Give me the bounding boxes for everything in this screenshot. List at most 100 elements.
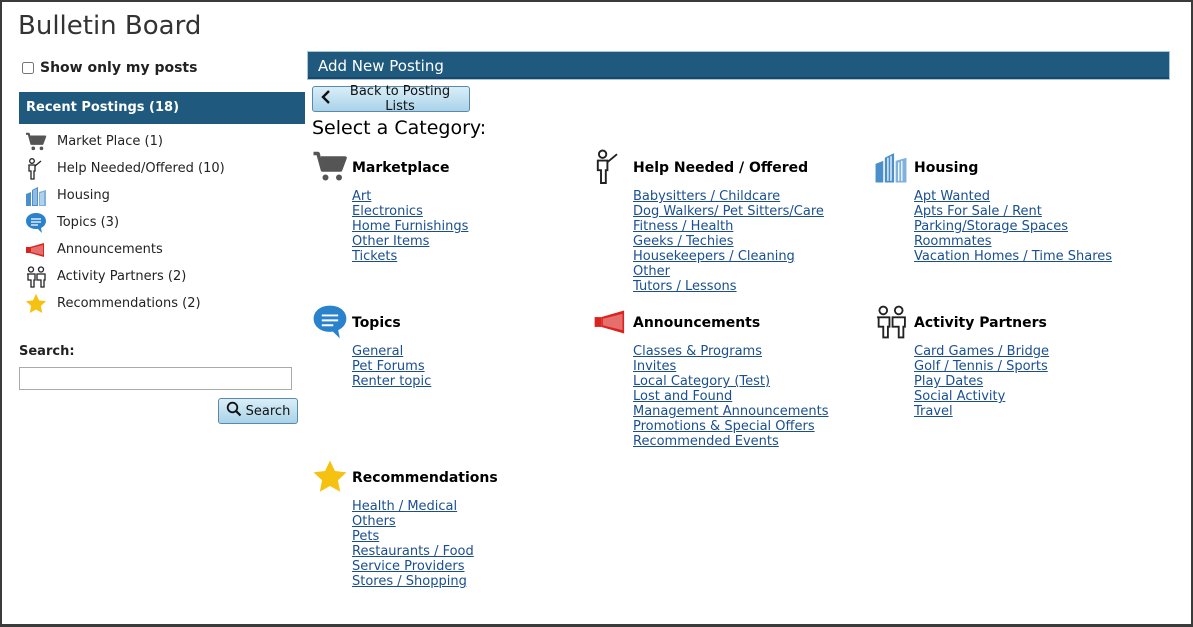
speech-bubble-icon (24, 212, 48, 234)
category-link[interactable]: Social Activity (914, 389, 1144, 404)
recent-item-label: Announcements (57, 242, 163, 257)
megaphone-icon (24, 239, 48, 261)
helper-person-icon (24, 157, 48, 180)
page-title: Bulletin Board (18, 11, 202, 41)
back-to-posting-lists-button[interactable]: Back to Posting Lists (312, 84, 470, 114)
category-link[interactable]: Restaurants / Food (352, 544, 582, 559)
search-button[interactable]: Search (218, 398, 298, 424)
category-link[interactable]: Travel (914, 404, 1144, 419)
category-title: Activity Partners (914, 314, 1047, 331)
category-links: Babysitters / Childcare Dog Walkers/ Pet… (633, 189, 863, 294)
category-link[interactable]: Renter topic (352, 374, 582, 389)
category-topics: Topics General Pet Forums Renter topic (312, 304, 582, 389)
category-link[interactable]: Others (352, 514, 582, 529)
category-link[interactable]: Parking/Storage Spaces (914, 219, 1144, 234)
recent-item-market-place[interactable]: Market Place (1) (24, 128, 304, 155)
category-link[interactable]: Local Category (Test) (633, 374, 863, 389)
category-link[interactable]: Dog Walkers/ Pet Sitters/Care (633, 204, 863, 219)
category-link[interactable]: Other (633, 264, 863, 279)
category-links: Art Electronics Home Furnishings Other I… (352, 189, 582, 264)
recent-item-housing[interactable]: Housing (24, 182, 304, 209)
two-people-icon (874, 304, 914, 340)
recent-item-topics[interactable]: Topics (3) (24, 209, 304, 236)
category-recommendations: Recommendations Health / Medical Others … (312, 459, 582, 589)
category-link[interactable]: Geeks / Techies (633, 234, 863, 249)
category-title: Help Needed / Offered (633, 159, 809, 176)
category-help-needed: Help Needed / Offered Babysitters / Chil… (593, 149, 863, 294)
category-link[interactable]: Home Furnishings (352, 219, 582, 234)
category-activity-partners: Activity Partners Card Games / Bridge Go… (874, 304, 1144, 419)
category-link[interactable]: Lost and Found (633, 389, 863, 404)
add-new-posting-header: Add New Posting (307, 51, 1170, 80)
category-links: General Pet Forums Renter topic (352, 344, 582, 389)
speech-bubble-icon (312, 304, 352, 340)
cart-icon (312, 149, 352, 185)
category-link[interactable]: Management Announcements (633, 404, 863, 419)
category-title: Housing (914, 159, 979, 176)
category-link[interactable]: Pets (352, 529, 582, 544)
recent-item-recommendations[interactable]: Recommendations (2) (24, 290, 304, 317)
category-link[interactable]: Invites (633, 359, 863, 374)
star-icon (24, 293, 48, 315)
recent-item-label: Housing (57, 188, 110, 203)
app-window: Bulletin Board Show only my posts Recent… (0, 0, 1193, 627)
recent-item-label: Recommendations (2) (57, 296, 201, 311)
category-link[interactable]: Golf / Tennis / Sports (914, 359, 1144, 374)
search-button-label: Search (245, 403, 291, 419)
category-housing: Housing Apt Wanted Apts For Sale / Rent … (874, 149, 1144, 264)
category-link[interactable]: General (352, 344, 582, 359)
category-link[interactable]: Housekeepers / Cleaning (633, 249, 863, 264)
category-link[interactable]: Art (352, 189, 582, 204)
recent-item-label: Market Place (1) (57, 134, 163, 149)
recent-item-activity-partners[interactable]: Activity Partners (2) (24, 263, 304, 290)
category-title: Recommendations (352, 469, 498, 486)
category-link[interactable]: Electronics (352, 204, 582, 219)
category-announcements: Announcements Classes & Programs Invites… (593, 304, 863, 449)
category-link[interactable]: Service Providers (352, 559, 582, 574)
category-title: Marketplace (352, 159, 450, 176)
search-input[interactable] (19, 367, 292, 390)
star-icon (312, 459, 352, 495)
select-category-title: Select a Category: (312, 117, 487, 139)
category-links: Card Games / Bridge Golf / Tennis / Spor… (914, 344, 1144, 419)
magnifier-icon (226, 401, 242, 421)
buildings-icon (24, 185, 48, 207)
category-link[interactable]: Pet Forums (352, 359, 582, 374)
recent-item-label: Topics (3) (57, 215, 120, 230)
category-links: Apt Wanted Apts For Sale / Rent Parking/… (914, 189, 1144, 264)
category-link[interactable]: Stores / Shopping (352, 574, 582, 589)
category-link[interactable]: Vacation Homes / Time Shares (914, 249, 1144, 264)
back-button-label: Back to Posting Lists (349, 84, 451, 114)
category-title: Topics (352, 314, 401, 331)
category-links: Health / Medical Others Pets Restaurants… (352, 499, 582, 589)
cart-icon (24, 131, 48, 153)
recent-item-label: Help Needed/Offered (10) (57, 161, 225, 176)
category-link[interactable]: Recommended Events (633, 434, 863, 449)
category-links: Classes & Programs Invites Local Categor… (633, 344, 863, 449)
show-mine-filter[interactable]: Show only my posts (22, 60, 197, 76)
category-title: Announcements (633, 314, 761, 331)
category-link[interactable]: Roommates (914, 234, 1144, 249)
category-marketplace: Marketplace Art Electronics Home Furnish… (312, 149, 582, 264)
category-link[interactable]: Apt Wanted (914, 189, 1144, 204)
category-link[interactable]: Card Games / Bridge (914, 344, 1144, 359)
category-link[interactable]: Other Items (352, 234, 582, 249)
chevron-left-icon (321, 90, 331, 108)
recent-item-announcements[interactable]: Announcements (24, 236, 304, 263)
recent-item-help-needed[interactable]: Help Needed/Offered (10) (24, 155, 304, 182)
recent-postings-list: Market Place (1) Help Needed/Offered (10… (24, 128, 304, 317)
category-link[interactable]: Tutors / Lessons (633, 279, 863, 294)
category-link[interactable]: Play Dates (914, 374, 1144, 389)
category-link[interactable]: Health / Medical (352, 499, 582, 514)
megaphone-icon (593, 304, 633, 340)
two-people-icon (24, 265, 48, 288)
category-link[interactable]: Babysitters / Childcare (633, 189, 863, 204)
search-label: Search: (19, 344, 75, 359)
category-link[interactable]: Fitness / Health (633, 219, 863, 234)
buildings-icon (874, 149, 914, 185)
category-link[interactable]: Apts For Sale / Rent (914, 204, 1144, 219)
category-link[interactable]: Promotions & Special Offers (633, 419, 863, 434)
show-mine-checkbox[interactable] (22, 62, 34, 74)
category-link[interactable]: Classes & Programs (633, 344, 863, 359)
category-link[interactable]: Tickets (352, 249, 582, 264)
